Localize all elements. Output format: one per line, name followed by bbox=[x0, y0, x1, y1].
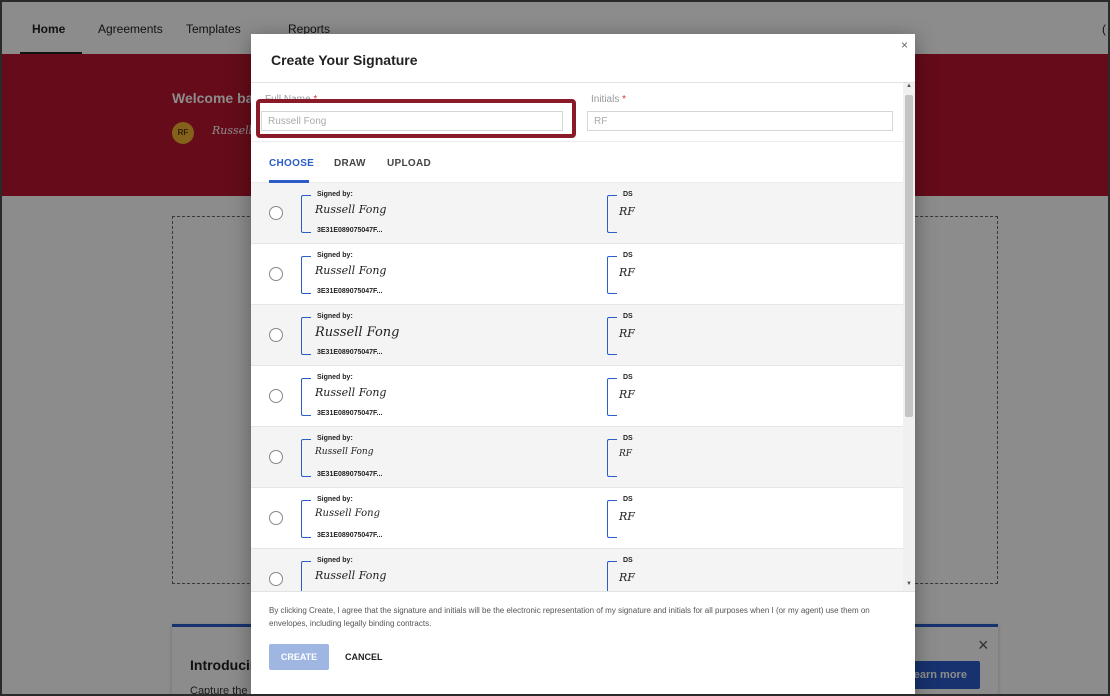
option-radio[interactable] bbox=[269, 389, 283, 403]
signed-by-label: Signed by: bbox=[317, 496, 353, 503]
scroll-up-arrow-icon[interactable]: ▲ bbox=[906, 83, 912, 89]
signed-by-label: Signed by: bbox=[317, 374, 353, 381]
option-radio[interactable] bbox=[269, 511, 283, 525]
ds-label: DS bbox=[623, 252, 633, 259]
ds-label: DS bbox=[623, 496, 633, 503]
ds-label: DS bbox=[623, 374, 633, 381]
full-name-highlight bbox=[256, 99, 576, 138]
stamp-bracket bbox=[607, 378, 617, 416]
stamp-bracket bbox=[607, 317, 617, 355]
signed-by-label: Signed by: bbox=[317, 435, 353, 442]
signature-option[interactable]: Signed by: Russell Fong 3E31E089075047F.… bbox=[251, 244, 903, 305]
dialog-scrollbar[interactable]: ▲ ▼ bbox=[903, 83, 915, 591]
signature-stamp: Signed by: Russell Fong 3E31E089075047F.… bbox=[301, 191, 451, 235]
signature-stamp: Signed by: Russell Fong bbox=[301, 557, 451, 591]
signature-id: 3E31E089075047F... bbox=[317, 349, 383, 356]
required-mark: * bbox=[622, 94, 627, 105]
signed-by-label: Signed by: bbox=[317, 252, 353, 259]
signature-stamp: Signed by: Russell Fong 3E31E089075047F.… bbox=[301, 435, 451, 479]
tab-upload[interactable]: UPLOAD bbox=[387, 158, 431, 169]
ds-label: DS bbox=[623, 435, 633, 442]
signature-id: 3E31E089075047F... bbox=[317, 288, 383, 295]
signature-option[interactable]: Signed by: Russell Fong 3E31E089075047F.… bbox=[251, 427, 903, 488]
ds-label: DS bbox=[623, 557, 633, 564]
initials-text: RF bbox=[619, 205, 635, 218]
close-icon[interactable]: × bbox=[901, 38, 908, 52]
signature-text: Russell Fong bbox=[315, 264, 387, 277]
stamp-bracket bbox=[301, 256, 311, 294]
stamp-bracket bbox=[301, 378, 311, 416]
stamp-bracket bbox=[301, 195, 311, 233]
signature-text: Russell Fong bbox=[315, 325, 400, 340]
option-radio[interactable] bbox=[269, 267, 283, 281]
option-radio[interactable] bbox=[269, 572, 283, 586]
tab-choose[interactable]: CHOOSE bbox=[269, 158, 314, 169]
signature-option[interactable]: Signed by: Russell Fong 3E31E089075047F.… bbox=[251, 305, 903, 366]
scroll-down-arrow-icon[interactable]: ▼ bbox=[906, 581, 912, 587]
ds-label: DS bbox=[623, 191, 633, 198]
option-radio[interactable] bbox=[269, 328, 283, 342]
signed-by-label: Signed by: bbox=[317, 191, 353, 198]
initials-stamp: DS RF bbox=[607, 374, 667, 418]
initials-stamp: DS RF bbox=[607, 191, 667, 235]
initials-text: RF bbox=[619, 327, 635, 340]
dialog-scroll-area[interactable]: Full Name * Initials * CHOOSE DRAW UPLOA… bbox=[251, 83, 915, 591]
initials-stamp: DS RF bbox=[607, 252, 667, 296]
signature-stamp: Signed by: Russell Fong 3E31E089075047F.… bbox=[301, 374, 451, 418]
signature-option[interactable]: Signed by: Russell Fong 3E31E089075047F.… bbox=[251, 366, 903, 427]
signature-text: Russell Fong bbox=[315, 569, 387, 582]
initials-text: RF bbox=[619, 388, 635, 401]
signature-stamp: Signed by: Russell Fong 3E31E089075047F.… bbox=[301, 252, 451, 296]
signature-id: 3E31E089075047F... bbox=[317, 471, 383, 478]
stamp-bracket bbox=[607, 256, 617, 294]
option-radio[interactable] bbox=[269, 206, 283, 220]
stamp-bracket bbox=[607, 195, 617, 233]
cancel-button[interactable]: CANCEL bbox=[345, 644, 383, 670]
option-radio[interactable] bbox=[269, 450, 283, 464]
signature-text: Russell Fong bbox=[315, 203, 387, 216]
stamp-bracket bbox=[607, 500, 617, 538]
create-button[interactable]: CREATE bbox=[269, 644, 329, 670]
signature-stamp: Signed by: Russell Fong 3E31E089075047F.… bbox=[301, 496, 451, 540]
stamp-bracket bbox=[607, 561, 617, 591]
initials-label-text: Initials bbox=[591, 94, 620, 105]
signed-by-label: Signed by: bbox=[317, 557, 353, 564]
signature-id: 3E31E089075047F... bbox=[317, 410, 383, 417]
initials-text: RF bbox=[619, 571, 635, 584]
signature-tabs: CHOOSE DRAW UPLOAD bbox=[251, 141, 903, 183]
initials-label: Initials * bbox=[591, 94, 626, 105]
initials-text: RF bbox=[619, 449, 633, 459]
initials-stamp: DS RF bbox=[607, 435, 667, 479]
initials-stamp: DS RF bbox=[607, 313, 667, 357]
ds-label: DS bbox=[623, 313, 633, 320]
stamp-bracket bbox=[301, 500, 311, 538]
stamp-bracket bbox=[301, 317, 311, 355]
signature-id: 3E31E089075047F... bbox=[317, 227, 383, 234]
initials-text: RF bbox=[619, 510, 635, 523]
scroll-thumb[interactable] bbox=[905, 95, 913, 417]
initials-input[interactable] bbox=[587, 111, 893, 131]
divider bbox=[251, 591, 915, 592]
stamp-bracket bbox=[607, 439, 617, 477]
signature-option[interactable]: Signed by: Russell Fong 3E31E089075047F.… bbox=[251, 488, 903, 549]
initials-stamp: DS RF bbox=[607, 557, 667, 591]
dialog-title: Create Your Signature bbox=[271, 52, 418, 68]
legal-disclaimer: By clicking Create, I agree that the sig… bbox=[269, 606, 870, 628]
signature-stamp: Signed by: Russell Fong 3E31E089075047F.… bbox=[301, 313, 451, 357]
signature-text: Russell Fong bbox=[315, 508, 380, 519]
signature-option[interactable]: Signed by: Russell Fong 3E31E089075047F.… bbox=[251, 183, 903, 244]
signature-option[interactable]: Signed by: Russell Fong DS RF bbox=[251, 549, 903, 591]
stamp-bracket bbox=[301, 561, 311, 591]
signature-text: Russell Fong bbox=[315, 447, 374, 457]
tab-draw[interactable]: DRAW bbox=[334, 158, 366, 169]
app-window: Home Agreements Templates Reports ( Welc… bbox=[0, 0, 1110, 696]
stamp-bracket bbox=[301, 439, 311, 477]
signature-id: 3E31E089075047F... bbox=[317, 532, 383, 539]
initials-text: RF bbox=[619, 266, 635, 279]
signature-text: Russell Fong bbox=[315, 386, 387, 399]
initials-stamp: DS RF bbox=[607, 496, 667, 540]
signed-by-label: Signed by: bbox=[317, 313, 353, 320]
